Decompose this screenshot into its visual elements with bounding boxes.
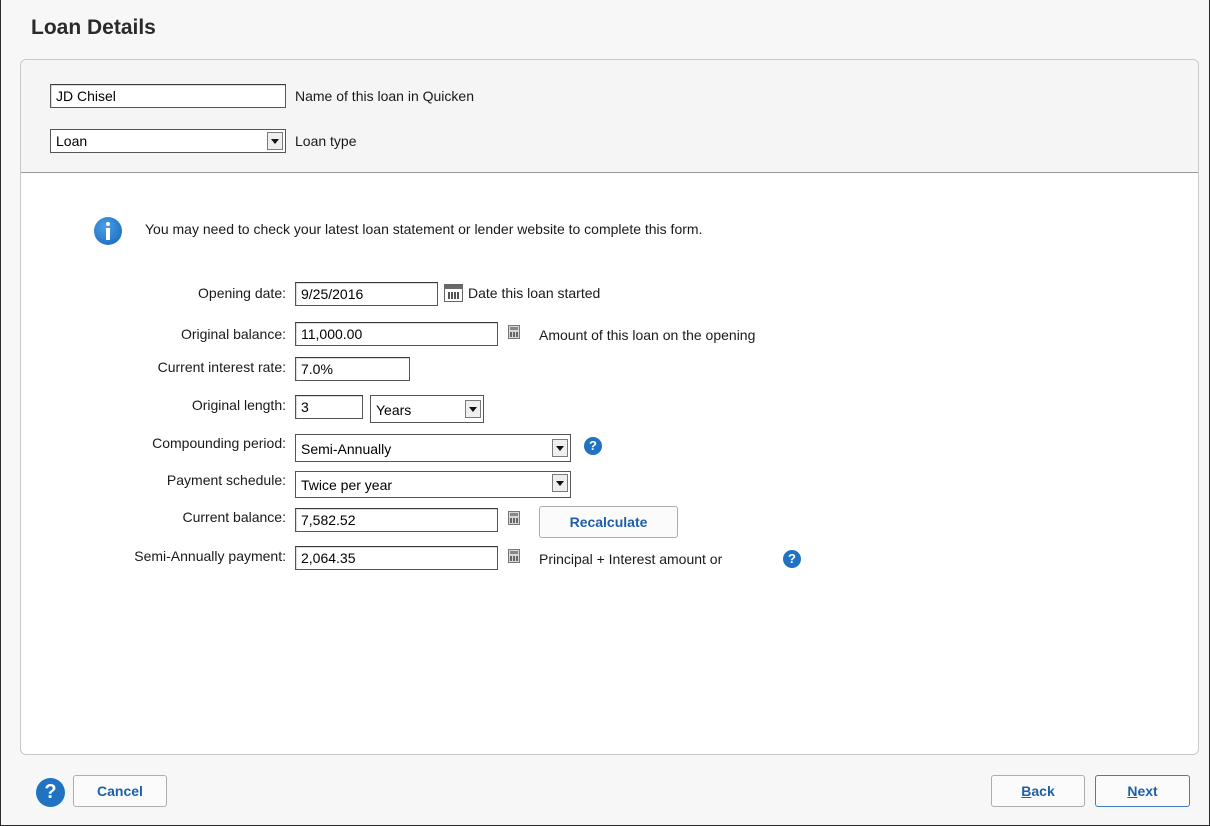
next-mnemonic: N xyxy=(1127,783,1138,799)
back-button[interactable]: Back xyxy=(991,775,1085,807)
payment-schedule-select[interactable]: Twice per year xyxy=(295,471,571,498)
loan-header-section: JD Chisel Name of this loan in Quicken L… xyxy=(21,60,1198,173)
chevron-down-icon[interactable] xyxy=(267,132,283,150)
opening-date-input[interactable]: 9/25/2016 xyxy=(295,282,438,306)
interest-rate-label: Current interest rate: xyxy=(157,359,286,375)
chevron-down-icon[interactable] xyxy=(552,439,568,457)
original-length-input[interactable]: 3 xyxy=(295,395,363,419)
loan-type-label: Loan type xyxy=(295,133,357,149)
loan-type-select[interactable]: Loan xyxy=(50,129,286,153)
info-text: You may need to check your latest loan s… xyxy=(145,221,703,237)
current-balance-label: Current balance: xyxy=(182,509,286,525)
help-icon[interactable]: ? xyxy=(783,550,801,568)
info-icon xyxy=(94,217,122,245)
payment-label: Semi-Annually payment: xyxy=(134,548,286,564)
opening-date-label: Opening date: xyxy=(198,285,286,301)
compounding-period-select[interactable]: Semi-Annually xyxy=(295,434,571,462)
payment-schedule-label: Payment schedule: xyxy=(166,472,286,488)
form-panel: JD Chisel Name of this loan in Quicken L… xyxy=(20,59,1199,755)
loan-details-dialog: Loan Details JD Chisel Name of this loan… xyxy=(0,0,1210,826)
original-length-label: Original length: xyxy=(191,397,286,413)
opening-date-hint: Date this loan started xyxy=(468,285,601,301)
payment-input[interactable]: 2,064.35 xyxy=(295,546,498,570)
interest-rate-input[interactable]: 7.0% xyxy=(295,357,410,381)
cancel-button[interactable]: Cancel xyxy=(73,775,167,807)
back-label-rest: ack xyxy=(1031,783,1055,799)
current-balance-input[interactable]: 7,582.52 xyxy=(295,508,498,532)
length-unit-select[interactable]: Years xyxy=(370,395,484,423)
calculator-icon[interactable] xyxy=(508,325,520,339)
original-balance-label: Original balance: xyxy=(180,326,286,342)
chevron-down-icon[interactable] xyxy=(465,400,481,418)
help-icon[interactable]: ? xyxy=(36,778,65,807)
loan-type-value: Loan xyxy=(56,133,88,149)
loan-name-label: Name of this loan in Quicken xyxy=(295,88,474,104)
next-label-rest: ext xyxy=(1137,783,1158,799)
payment-hint: Principal + Interest amount or xyxy=(539,551,723,567)
loan-name-input[interactable]: JD Chisel xyxy=(50,84,286,108)
length-unit-value: Years xyxy=(376,402,412,418)
calendar-icon[interactable] xyxy=(444,284,463,302)
back-mnemonic: B xyxy=(1021,783,1032,799)
page-title: Loan Details xyxy=(31,16,156,39)
next-button[interactable]: Next xyxy=(1095,775,1190,807)
calculator-icon[interactable] xyxy=(508,511,520,525)
payment-schedule-value: Twice per year xyxy=(301,477,393,493)
compounding-period-value: Semi-Annually xyxy=(301,441,392,457)
recalculate-button[interactable]: Recalculate xyxy=(539,506,678,538)
calculator-icon[interactable] xyxy=(508,549,520,563)
compounding-period-label: Compounding period: xyxy=(152,435,286,451)
original-balance-input[interactable]: 11,000.00 xyxy=(295,322,498,346)
original-balance-hint: Amount of this loan on the opening xyxy=(539,327,756,343)
chevron-down-icon[interactable] xyxy=(552,474,568,492)
help-icon[interactable]: ? xyxy=(584,437,602,455)
